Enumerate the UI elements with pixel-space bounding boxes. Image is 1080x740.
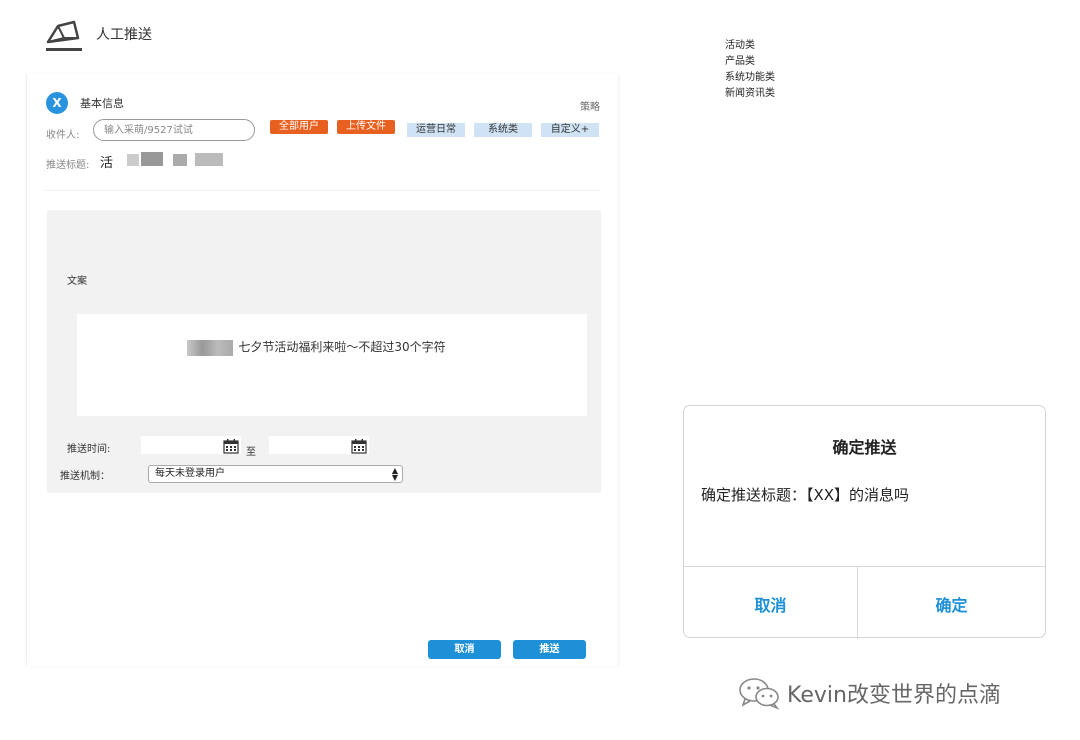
tag-custom-add[interactable]: 自定义+: [541, 123, 599, 137]
watermark: Kevin改变世界的点滴: [737, 676, 1001, 710]
category-item[interactable]: 系统功能类: [725, 70, 775, 86]
push-button[interactable]: 推送: [513, 640, 586, 659]
category-item[interactable]: 活动类: [725, 38, 775, 54]
blurred-text: [173, 154, 187, 166]
divider: [684, 566, 1045, 567]
recipient-input[interactable]: [93, 119, 255, 141]
tag-daily-ops[interactable]: 运营日常: [407, 123, 465, 137]
blurred-text: [127, 154, 139, 166]
cancel-button[interactable]: 取消: [428, 640, 501, 659]
calendar-icon[interactable]: [351, 438, 367, 454]
time-separator: 至: [246, 447, 256, 458]
dialog-title: 确定推送: [832, 438, 897, 457]
push-form-card: X 基本信息 策略 收件人: 全部用户 上传文件 运营日常 系统类 自定义+ 推…: [26, 74, 619, 666]
mechanism-select[interactable]: 每天未登录用户 ▲ ▼: [148, 465, 403, 483]
confirm-dialog: 确定推送 确定推送标题：【XX】的消息吗 取消 确定: [683, 405, 1046, 639]
section-header: X 基本信息: [46, 92, 124, 114]
copy-textarea[interactable]: 七夕节活动福利来啦～不超过30个字符: [77, 314, 587, 416]
copy-text: 七夕节活动福利来啦～不超过30个字符: [238, 340, 446, 354]
copy-label: 文案: [67, 276, 87, 287]
push-title-value[interactable]: 活: [100, 152, 113, 171]
push-time-label: 推送时间:: [67, 444, 111, 455]
policy-link[interactable]: 策略: [580, 98, 600, 113]
mechanism-label: 推送机制：: [60, 471, 110, 482]
envelope-send-icon: [46, 20, 82, 51]
mechanism-value: 每天未登录用户: [155, 468, 225, 479]
divider: [857, 566, 858, 639]
push-title-label: 推送标题:: [46, 160, 90, 171]
category-item[interactable]: 新闻资讯类: [725, 86, 775, 102]
blurred-text: [195, 153, 223, 166]
recipient-label: 收件人:: [46, 130, 80, 141]
tag-system[interactable]: 系统类: [474, 123, 532, 137]
calendar-icon[interactable]: [223, 438, 239, 454]
tag-upload-file[interactable]: 上传文件: [337, 120, 395, 134]
select-arrows-icon: ▲ ▼: [391, 466, 398, 482]
page-title: 人工推送: [96, 27, 152, 43]
divider: [45, 190, 601, 191]
tag-all-users[interactable]: 全部用户: [270, 120, 328, 134]
category-list: 活动类 产品类 系统功能类 新闻资讯类: [725, 38, 775, 102]
section-title: 基本信息: [80, 97, 124, 110]
content-panel: 文案 七夕节活动福利来啦～不超过30个字符 推送时间: 至 推送机制： 每天未登…: [47, 210, 601, 493]
dialog-message: 确定推送标题：【XX】的消息吗: [701, 486, 910, 504]
dialog-confirm-button[interactable]: 确定: [865, 592, 1038, 616]
blurred-text: [141, 152, 163, 166]
wechat-icon: [739, 678, 780, 710]
watermark-text: Kevin改变世界的点滴: [787, 683, 1001, 708]
dialog-cancel-button[interactable]: 取消: [684, 592, 857, 616]
section-badge[interactable]: X: [46, 92, 68, 114]
category-item[interactable]: 产品类: [725, 54, 775, 70]
page-header: 人工推送: [44, 14, 152, 58]
